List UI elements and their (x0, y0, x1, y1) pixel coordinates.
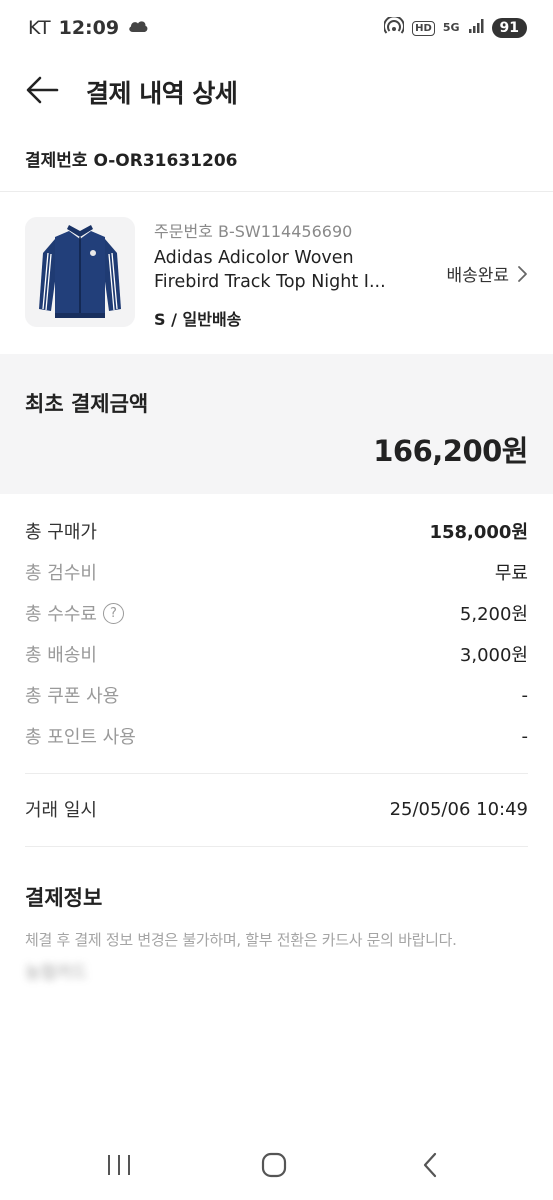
breakdown-row-coupon: 총 쿠폰 사용 - (25, 682, 528, 708)
delivery-status-link[interactable]: 배송완료 (446, 261, 529, 286)
breakdown-label: 총 수수료 (25, 604, 97, 625)
status-bar-left: KT 12:09 (28, 17, 149, 40)
jacket-image (25, 217, 135, 327)
product-card[interactable]: 주문번호 B-SW114456690 Adidas Adicolor Woven… (0, 192, 553, 354)
system-nav-bar (0, 1130, 553, 1200)
blurred-card-info: 농협카드 (25, 963, 88, 983)
breakdown-row-fee: 총 수수료 ? 5,200원 (25, 600, 528, 626)
product-name-line2: Firebird Track Top Night I... (154, 272, 386, 292)
home-button[interactable] (254, 1148, 294, 1182)
first-payment-amount: 166,200원 (373, 434, 528, 468)
divider (25, 846, 528, 847)
breakdown-label: 총 배송비 (25, 645, 97, 666)
trade-datetime-row: 거래 일시 25/05/06 10:49 (25, 796, 528, 822)
page-title: 결제 내역 상세 (86, 79, 238, 108)
chevron-left-icon (423, 1152, 437, 1178)
trade-datetime-label: 거래 일시 (25, 800, 97, 821)
arrow-left-icon (26, 76, 59, 104)
payment-number: 결제번호 O-OR31631206 (25, 151, 238, 171)
first-payment-label: 최초 결제금액 (25, 392, 149, 416)
breakdown-row-points: 총 포인트 사용 - (25, 723, 528, 749)
breakdown-value: 3,000원 (459, 645, 528, 666)
breakdown-value: 158,000원 (429, 522, 528, 543)
product-name: Adidas Adicolor Woven Firebird Track Top… (154, 246, 412, 294)
product-option: S / 일반배송 (154, 310, 242, 329)
carrier-label: KT (28, 17, 51, 39)
breakdown-value: - (521, 684, 529, 706)
product-name-line1: Adidas Adicolor Woven (154, 248, 354, 268)
first-payment-section: 최초 결제금액 166,200원 (0, 354, 553, 494)
payment-info-title: 결제정보 (25, 886, 103, 910)
breakdown-value: 무료 (494, 563, 528, 584)
breakdown-label: 총 포인트 사용 (25, 727, 136, 748)
system-back-button[interactable] (410, 1148, 450, 1182)
status-bar: KT 12:09 HD 5G 91 (0, 0, 553, 56)
breakdown-row-shipping: 총 배송비 3,000원 (25, 641, 528, 667)
status-bar-right: HD 5G 91 (383, 14, 527, 40)
back-button[interactable] (24, 74, 60, 106)
recent-apps-icon (108, 1155, 130, 1175)
chevron-right-icon (518, 265, 527, 282)
breakdown-label-wrap: 총 수수료 ? (25, 600, 124, 626)
app-header: 결제 내역 상세 (0, 60, 553, 120)
breakdown-value: 5,200원 (459, 604, 528, 625)
breakdown-label: 총 구매가 (25, 522, 97, 543)
screen: KT 12:09 HD 5G 91 결제 내역 상세 결제번호 O-OR3163… (0, 0, 553, 1200)
signal-icon (468, 17, 484, 39)
hd-voice-icon: HD (412, 20, 435, 36)
help-icon[interactable]: ? (102, 602, 124, 624)
clock: 12:09 (58, 17, 120, 39)
breakdown-label: 총 검수비 (25, 563, 97, 584)
delivery-status-label: 배송완료 (446, 266, 509, 286)
hotspot-icon (383, 14, 406, 40)
breakdown-row-purchase: 총 구매가 158,000원 (25, 518, 528, 544)
home-icon (261, 1152, 287, 1178)
battery-indicator: 91 (491, 18, 527, 38)
breakdown-value: - (521, 725, 529, 747)
breakdown-row-inspection: 총 검수비 무료 (25, 559, 528, 585)
breakdown-label: 총 쿠폰 사용 (25, 686, 120, 707)
product-thumbnail (25, 217, 135, 327)
recent-apps-button[interactable] (99, 1148, 139, 1182)
divider (25, 773, 528, 774)
trade-datetime-value: 25/05/06 10:49 (389, 798, 528, 820)
payment-info-notice: 체결 후 결제 정보 변경은 불가하며, 할부 전환은 카드사 문의 바랍니다. (25, 931, 457, 949)
cloud-icon (127, 17, 149, 40)
product-order-number: 주문번호 B-SW114456690 (154, 222, 353, 241)
network-type-icon: 5G (442, 21, 460, 34)
